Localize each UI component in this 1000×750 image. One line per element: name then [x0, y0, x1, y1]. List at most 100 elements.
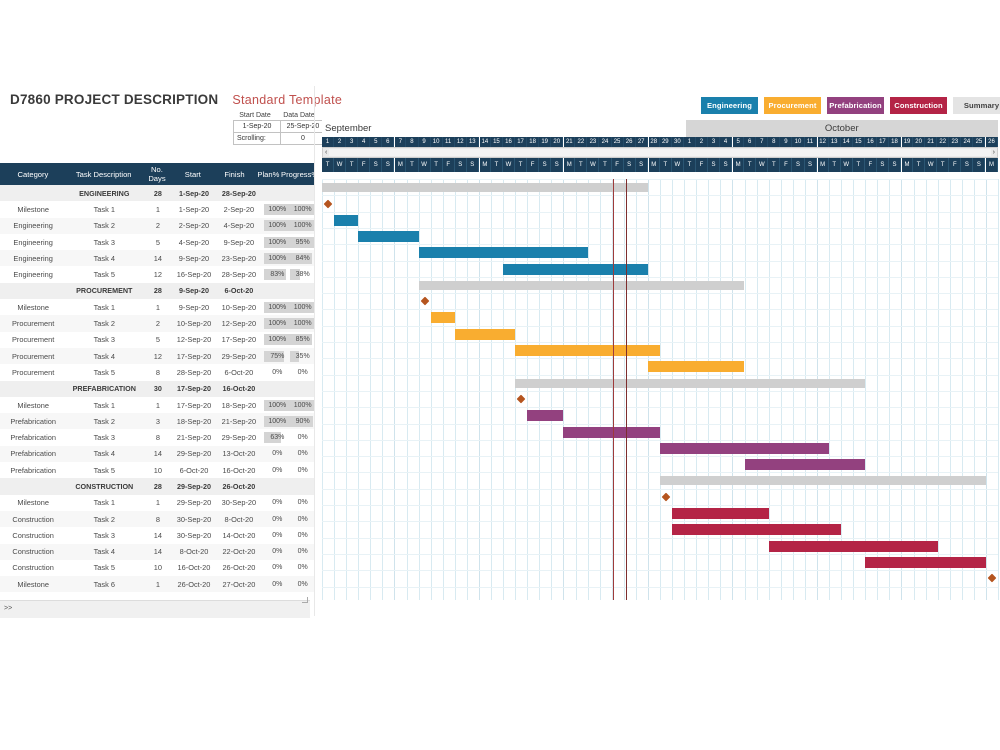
day-number-cell: 7 [394, 137, 407, 147]
table-row[interactable]: Procurement Task 2 2 10-Sep-20 12-Sep-20 100%… [0, 315, 316, 332]
cell-finish: 29-Sep-20 [221, 351, 257, 361]
table-row[interactable]: Construction Task 4 14 8-Oct-20 22-Oct-20 0% 0… [0, 543, 315, 560]
summary-bar[interactable] [322, 183, 648, 192]
cell-plan-pct: 0% [264, 514, 289, 525]
task-bar[interactable] [515, 345, 660, 356]
weekday-cell: W [587, 158, 600, 172]
task-bar[interactable] [430, 312, 455, 324]
table-row[interactable]: Procurement Task 4 12 17-Sep-20 29-Sep-20 75%… [0, 347, 315, 365]
data-date-value[interactable]: 25-Sep-20 [280, 120, 326, 133]
table-row[interactable]: Engineering Task 5 12 16-Sep-20 28-Sep-20 83%… [0, 266, 315, 282]
cell-category: Engineering [13, 253, 53, 263]
task-bar[interactable] [563, 426, 660, 438]
table-row[interactable]: Procurement Task 5 8 28-Sep-20 6-Oct-20 0% 0% [0, 364, 315, 380]
table-row[interactable]: CONSTRUCTION 28 29-Sep-20 26-Oct-20 [0, 478, 315, 495]
table-row[interactable]: PREFABRICATION 30 17-Sep-20 16-Oct-20 [0, 380, 315, 397]
cell-finish: 6-Oct-20 [224, 367, 254, 377]
table-header-row: Category Task Description No. Days Start… [0, 163, 319, 185]
legend-button-construction[interactable]: Construction [890, 97, 947, 114]
legend-button-prefabrication[interactable]: Prefabrication [827, 97, 884, 114]
percent-value: 0% [272, 548, 283, 556]
scrolling-label: Scrolling: [233, 132, 281, 145]
table-row[interactable]: Procurement Task 3 5 12-Sep-20 17-Sep-20 100%… [0, 332, 315, 348]
gridline-vertical [998, 179, 999, 600]
cell-category: Engineering [13, 237, 53, 247]
start-date-label: Start Date [239, 112, 271, 119]
summary-bar[interactable] [515, 378, 866, 388]
task-bar[interactable] [334, 214, 359, 226]
cell-progress-pct: 0% [290, 465, 315, 476]
cell-task-description: Task 5 [93, 367, 115, 377]
weekday-cell: T [599, 158, 612, 172]
table-row[interactable]: PROCUREMENT 28 9-Sep-20 6-Oct-20 [0, 282, 315, 300]
legend-button-engineering[interactable]: Engineering [701, 97, 758, 114]
weekday-cell: M [563, 158, 576, 172]
table-row[interactable]: Prefabrication Task 3 8 21-Sep-20 29-Sep-20 6… [0, 429, 315, 445]
task-bar[interactable] [660, 442, 829, 454]
legend-button-summary[interactable]: Summary [953, 97, 1000, 114]
day-number-cell: 11 [805, 137, 817, 147]
task-bar[interactable] [418, 247, 588, 259]
task-bar[interactable] [672, 508, 769, 519]
weekday-cell: M [394, 158, 407, 172]
table-row[interactable]: Construction Task 2 8 30-Sep-20 8-Oct-20 0% 0% [0, 510, 315, 528]
cell-plan-pct: 100% [264, 236, 290, 248]
table-row[interactable]: Milestone Task 6 1 26-Oct-20 27-Oct-20 0% 0% [0, 576, 315, 593]
day-number-cell: 20 [551, 137, 564, 147]
cell-category: Construction [12, 547, 54, 557]
percent-value: 100% [268, 205, 287, 213]
cell-task-description: Task 3 [93, 530, 115, 540]
table-row[interactable]: Prefabrication Task 2 3 18-Sep-20 21-Sep-20 1… [0, 413, 315, 430]
gantt-chart-area[interactable] [322, 179, 999, 600]
scrolling-value[interactable]: 0 [280, 132, 326, 145]
cell-start: 17-Sep-20 [176, 400, 212, 410]
scroll-right-icon[interactable]: › [993, 149, 995, 156]
table-row[interactable]: Milestone Task 1 1 17-Sep-20 18-Sep-20 100% 10… [0, 397, 316, 413]
cell-category: Milestone [17, 204, 49, 214]
scrollbar-track[interactable] [329, 149, 991, 156]
status-bar-text[interactable]: >> [4, 605, 12, 612]
summary-bar[interactable] [418, 280, 745, 290]
table-row[interactable]: ENGINEERING 28 1-Sep-20 28-Sep-20 [0, 185, 315, 202]
column-header-progress-pct: Progress% [281, 169, 319, 179]
scroll-left-icon[interactable]: ‹ [325, 149, 327, 156]
table-row[interactable]: Prefabrication Task 5 10 6-Oct-20 16-Oct-20 0… [0, 462, 315, 478]
task-bar[interactable] [768, 540, 938, 552]
task-bar[interactable] [454, 328, 516, 340]
task-bar[interactable] [865, 556, 986, 568]
percent-value: 100% [268, 336, 287, 344]
table-row[interactable]: Construction Task 5 10 16-Oct-20 26-Oct-20 0%… [0, 560, 315, 576]
resize-grip-icon[interactable] [302, 597, 308, 603]
task-bar[interactable] [672, 524, 842, 536]
cell-plan-pct: 0% [264, 497, 289, 508]
day-number-cell: 4 [358, 137, 371, 147]
summary-bar[interactable] [660, 476, 986, 486]
table-row[interactable]: Milestone Task 1 1 29-Sep-20 30-Sep-20 0% 0% [0, 495, 315, 511]
table-row[interactable]: Engineering Task 4 14 9-Sep-20 23-Sep-20 100%… [0, 250, 315, 267]
percent-value: 35% [295, 352, 310, 360]
weekday-cell: T [768, 158, 781, 172]
cell-task-description: Task 1 [93, 204, 115, 214]
weekday-cell: S [551, 158, 564, 172]
table-row[interactable]: Construction Task 3 14 30-Sep-20 14-Oct-20 0%… [0, 527, 315, 543]
table-row[interactable]: Prefabrication Task 4 14 29-Sep-20 13-Oct-20… [0, 445, 315, 463]
table-row[interactable]: Milestone Task 1 1 1-Sep-20 2-Sep-20 100% 100% [0, 201, 316, 217]
table-row[interactable]: Engineering Task 3 5 4-Sep-20 9-Sep-20 100% 95… [0, 234, 315, 250]
day-number-cell: 13 [829, 137, 841, 147]
task-bar[interactable] [527, 410, 564, 422]
task-bar[interactable] [358, 230, 419, 242]
weekday-cell: W [756, 158, 769, 172]
weekday-cell: F [865, 158, 877, 172]
table-row[interactable]: Engineering Task 2 2 2-Sep-20 4-Sep-20 100% 10… [0, 217, 316, 234]
timeline-scrollbar[interactable]: ‹ › [322, 147, 998, 158]
task-bar[interactable] [647, 361, 745, 373]
task-bar[interactable] [744, 459, 866, 471]
cell-start: 9-Sep-20 [178, 302, 210, 312]
table-row[interactable]: Milestone Task 1 1 9-Sep-20 10-Sep-20 100% 100… [0, 299, 316, 315]
cell-start: 28-Sep-20 [176, 367, 212, 377]
day-number-cell: 23 [949, 137, 962, 147]
legend-button-procurement[interactable]: Procurement [764, 97, 821, 114]
cell-task-description: Task 4 [93, 449, 115, 459]
start-date-value[interactable]: 1-Sep-20 [233, 120, 281, 133]
gridline-horizontal [322, 309, 998, 311]
